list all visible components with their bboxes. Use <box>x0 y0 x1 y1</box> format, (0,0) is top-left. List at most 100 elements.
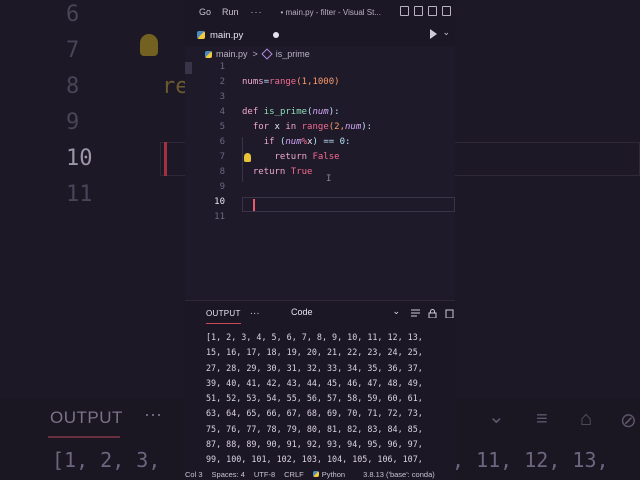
bg-output-label: OUTPUT <box>50 408 123 427</box>
title-bar: Go Run ··· • main.py - filter - Visual S… <box>185 0 455 24</box>
line-number: 8 <box>219 167 225 177</box>
code-text: def is_prime(num): <box>242 107 340 117</box>
layout-controls <box>400 6 451 16</box>
code-line: 5 for x in range(2,num): <box>185 122 455 137</box>
bg-line-number: 10 <box>66 146 93 171</box>
status-indentation[interactable]: Spaces: 4 <box>212 470 245 479</box>
bg-line-number: 6 <box>66 2 80 27</box>
line-number: 1 <box>219 62 225 72</box>
python-language-icon <box>312 470 319 477</box>
bg-line-number: 8 <box>66 74 80 99</box>
output-line: 63, 64, 65, 66, 67, 68, 69, 70, 71, 72, … <box>206 408 423 419</box>
run-play-icon[interactable] <box>430 29 437 39</box>
code-text: if (num%x) == 0: <box>263 137 351 147</box>
line-number: 4 <box>219 107 225 117</box>
status-cursor-position[interactable]: Col 3 <box>185 470 203 479</box>
chevron-down-icon: ⌄ <box>392 306 400 316</box>
output-line: 39, 40, 41, 42, 43, 44, 45, 46, 47, 48, … <box>206 377 423 388</box>
toggle-panel-icon[interactable] <box>414 6 423 16</box>
tab-output[interactable]: OUTPUT <box>206 309 241 324</box>
code-line: 6 if (num%x) == 0: <box>185 137 455 152</box>
mouse-ibeam-cursor-icon: I <box>326 174 332 184</box>
bg-output-text-right: , 11, 12, 13, <box>452 448 609 472</box>
output-line: 75, 76, 77, 78, 79, 80, 81, 82, 83, 84, … <box>206 423 423 434</box>
status-bar: Col 3 Spaces: 4 UTF-8 CRLF Python 3.8.13… <box>185 468 455 480</box>
line-number: 3 <box>219 92 225 102</box>
line-number: 6 <box>219 137 225 147</box>
bg-more-icon: ··· <box>144 404 162 424</box>
breadcrumb: main.py > is_prime <box>185 46 455 62</box>
bg-line-number: 11 <box>66 182 93 207</box>
bg-line-number: 7 <box>66 38 80 63</box>
code-line: 1 <box>185 62 455 77</box>
code-editor[interactable]: 1 2 nums=range(1,1000) 3 4 def is_prime(… <box>185 62 455 300</box>
menu-go[interactable]: Go <box>199 7 211 17</box>
line-number: 11 <box>214 212 225 222</box>
bg-filter-lines-icon: ≡ <box>536 408 548 430</box>
panel-more-icon[interactable]: ··· <box>250 308 260 319</box>
bg-lightbulb-icon <box>140 34 158 56</box>
python-file-icon <box>205 50 212 58</box>
lock-scroll-icon[interactable] <box>428 309 437 318</box>
run-dropdown-chevron-icon[interactable]: ⌄ <box>442 27 450 38</box>
bg-output-text: [1, 2, 3, <box>52 448 161 472</box>
output-text: [1, 2, 3, 4, 5, 6, 7, 8, 9, 10, 11, 12, … <box>206 330 455 468</box>
output-line: 51, 52, 53, 54, 55, 56, 57, 58, 59, 60, … <box>206 393 423 404</box>
breadcrumb-separator: > <box>252 49 258 59</box>
output-line: 87, 88, 89, 90, 91, 92, 93, 94, 95, 96, … <box>206 439 423 450</box>
code-text: return False <box>274 152 340 162</box>
line-number: 9 <box>219 182 225 192</box>
toggle-sidebar-icon[interactable] <box>400 6 409 16</box>
toggle-secondary-sidebar-icon[interactable] <box>428 6 437 16</box>
current-line-highlight <box>242 197 455 212</box>
line-number: 7 <box>219 152 225 162</box>
tab-label: main.py <box>210 29 244 41</box>
python-file-icon <box>197 31 205 39</box>
code-line: 2 nums=range(1,1000) <box>185 77 455 92</box>
code-line: 7 return False <box>185 152 455 167</box>
code-line: 8 return True <box>185 167 455 182</box>
vscode-window: Go Run ··· • main.py - filter - Visual S… <box>185 0 455 480</box>
window-title: • main.py - filter - Visual St... <box>280 7 381 17</box>
output-channel-select[interactable]: Code ⌄ <box>291 306 403 321</box>
line-number: 2 <box>219 77 225 87</box>
status-language[interactable]: Python <box>312 469 354 479</box>
status-eol[interactable]: CRLF <box>284 470 304 479</box>
code-line: 9 <box>185 182 455 197</box>
code-text: return True <box>252 167 313 177</box>
bg-clear-icon: ⊘ <box>620 410 637 432</box>
bg-output-underline <box>48 436 120 438</box>
output-line: 99, 100, 101, 102, 103, 104, 105, 106, 1… <box>206 454 423 465</box>
unsaved-dot-icon[interactable] <box>273 32 279 38</box>
breadcrumb-file[interactable]: main.py <box>216 49 248 59</box>
clear-output-icon[interactable] <box>445 309 454 318</box>
bg-caret <box>164 142 167 176</box>
status-encoding[interactable]: UTF-8 <box>254 470 275 479</box>
bg-lock-icon: ⌂ <box>580 408 593 430</box>
text-cursor <box>253 199 255 211</box>
code-line: 4 def is_prime(num): <box>185 107 455 122</box>
editor-tab-bar: main.py ⌄ <box>185 24 455 46</box>
line-number-active: 10 <box>214 197 225 207</box>
lightbulb-icon[interactable] <box>244 153 251 162</box>
output-channel-value: Code <box>291 307 313 317</box>
code-line: 3 <box>185 92 455 107</box>
bg-line-number: 9 <box>66 110 80 135</box>
status-language-label: Python <box>321 469 346 479</box>
code-text: for x in range(2,num): <box>252 122 373 132</box>
menu-more[interactable]: ··· <box>251 7 263 17</box>
output-line: [1, 2, 3, 4, 5, 6, 7, 8, 9, 10, 11, 12, … <box>206 332 423 342</box>
code-text: nums=range(1,1000) <box>242 77 340 87</box>
breadcrumb-symbol[interactable]: is_prime <box>276 49 310 59</box>
status-interpreter[interactable]: 3.8.13 ('base': conda) <box>363 470 435 479</box>
function-symbol-icon <box>261 48 273 60</box>
output-panel: OUTPUT ··· Code ⌄ [1, 2, 3, 4, 5, 6, 7, … <box>185 300 455 468</box>
filter-lines-icon[interactable] <box>411 309 420 318</box>
code-line: 11 <box>185 212 455 227</box>
output-line: 27, 28, 29, 30, 31, 32, 33, 34, 35, 36, … <box>206 362 423 373</box>
tab-main-py[interactable]: main.py <box>197 24 281 46</box>
menu-run[interactable]: Run <box>222 7 239 17</box>
customize-layout-icon[interactable] <box>442 6 451 16</box>
line-number: 5 <box>219 122 225 132</box>
bg-chevron-down-icon: ⌄ <box>488 406 505 428</box>
